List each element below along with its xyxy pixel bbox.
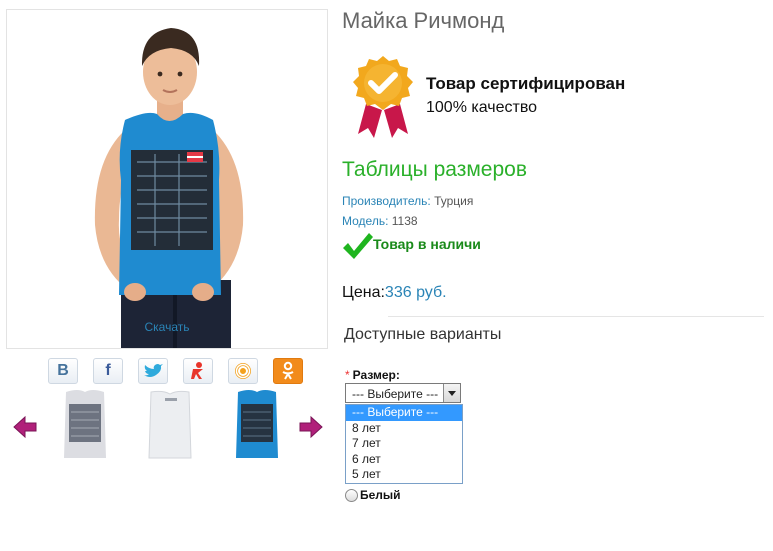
stock-status-text: Товар в наличи [373,236,481,252]
color-option-label: Белый [360,488,401,502]
boy-in-tank-top-photo [94,28,244,348]
prev-arrow-icon[interactable] [12,414,38,440]
product-main-image[interactable]: Скачать [6,9,328,349]
size-option[interactable]: 7 лет [346,436,462,452]
certified-badge-icon [350,54,416,140]
thumbnail-grey-print[interactable] [56,388,114,464]
price-value: 336 руб. [384,284,447,301]
required-mark: * [345,368,350,382]
thumbnail-white-back[interactable] [141,388,199,464]
size-option[interactable]: 6 лет [346,452,462,468]
model-value: 1138 [391,214,418,228]
color-option[interactable]: Белый [345,488,401,502]
manufacturer-label: Производитель: [342,194,431,208]
size-select[interactable]: --- Выберите --- [345,383,461,403]
size-label-text: Размер: [352,368,400,382]
twitter-icon[interactable] [138,358,168,384]
odnoklassniki-alt-icon[interactable] [183,358,213,384]
green-check-icon [343,233,373,259]
certificate-subtitle: 100% качество [426,99,538,116]
color-radio-button[interactable] [345,489,358,502]
size-table-link[interactable]: Таблицы размеров [342,158,527,182]
thumbnail-blue-print[interactable] [228,388,286,464]
chevron-down-icon[interactable] [443,384,460,402]
mailru-icon[interactable] [228,358,258,384]
manufacturer-value: Турция [434,194,474,208]
next-arrow-icon[interactable] [298,414,324,440]
manufacturer-row: Производитель: Турция [342,194,473,208]
vkontakte-icon[interactable]: B [48,358,78,384]
model-label: Модель: [342,214,389,228]
facebook-icon[interactable]: f [93,358,123,384]
certificate-title: Товар сертифицирован [426,74,626,93]
download-link[interactable]: Скачать [7,320,327,334]
size-select-value: --- Выберите --- [352,387,439,401]
size-label: * Размер: [345,368,400,382]
divider [388,316,764,317]
variants-title: Доступные варианты [344,326,502,343]
size-option[interactable]: 5 лет [346,467,462,483]
size-option[interactable]: 8 лет [346,421,462,437]
size-dropdown-list: --- Выберите --- 8 лет 7 лет 6 лет 5 лет [345,404,463,484]
odnoklassniki-icon[interactable] [273,358,303,384]
size-option[interactable]: --- Выберите --- [346,405,462,421]
product-title: Майка Ричмонд [342,8,505,33]
price-label: Цена: [342,284,385,301]
model-row: Модель: 1138 [342,214,418,228]
price: Цена:336 руб. [342,284,447,302]
